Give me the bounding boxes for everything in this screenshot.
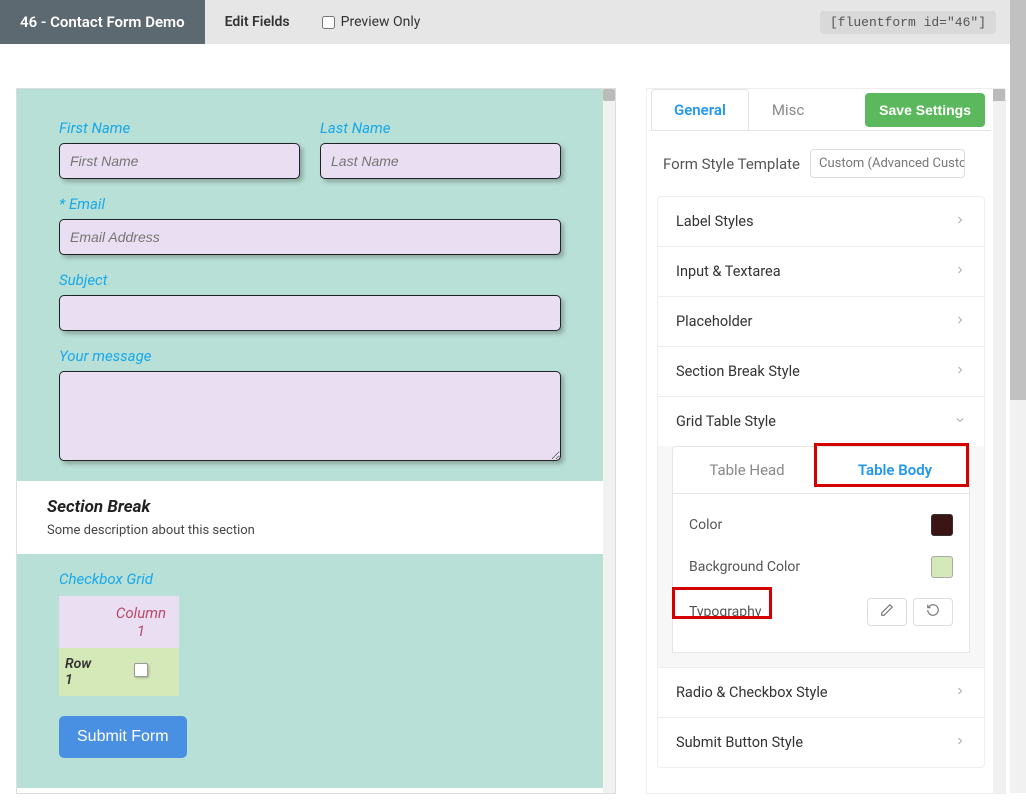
template-select[interactable]: Custom (Advanced Custom (810, 149, 965, 178)
chevron-right-icon (954, 263, 966, 280)
chevron-right-icon (954, 684, 966, 701)
last-name-label: Last Name (320, 119, 561, 137)
checkbox-grid-label: Checkbox Grid (59, 570, 561, 588)
chevron-down-icon (954, 413, 966, 430)
email-label: * Email (59, 195, 561, 213)
chevron-right-icon (954, 313, 966, 330)
section-break-desc: Some description about this section (47, 523, 573, 538)
reset-icon (926, 603, 940, 621)
top-bar: 46 - Contact Form Demo Edit Fields Previ… (0, 0, 1026, 44)
settings-sidebar: General Misc Save Settings Form Style Te… (646, 88, 1006, 794)
color-swatch[interactable] (931, 514, 953, 536)
email-input[interactable] (59, 219, 561, 255)
template-label: Form Style Template (663, 155, 800, 173)
chevron-right-icon (954, 213, 966, 230)
chevron-right-icon (954, 363, 966, 380)
preview-scroll-thumb[interactable] (603, 89, 615, 101)
acc-label-styles[interactable]: Label Styles (658, 197, 984, 246)
form-preview-panel: First Name Last Name * Email (16, 88, 616, 794)
first-name-label: First Name (59, 119, 300, 137)
subject-label: Subject (59, 271, 561, 289)
acc-radio-checkbox[interactable]: Radio & Checkbox Style (658, 668, 984, 717)
grid-col-header: Column 1 (103, 596, 179, 648)
pencil-icon (880, 603, 894, 621)
submit-button[interactable]: Submit Form (59, 716, 187, 758)
grid-subtabs: Table Head Table Body (672, 446, 970, 494)
acc-grid-table[interactable]: Grid Table Style (658, 397, 984, 446)
grid-cell (103, 648, 179, 696)
tab-general[interactable]: General (651, 89, 749, 130)
message-textarea[interactable] (59, 371, 561, 461)
page-scrollbar[interactable] (1010, 0, 1026, 793)
page-scroll-thumb[interactable] (1010, 0, 1026, 400)
section-break: Section Break Some description about thi… (17, 481, 603, 554)
required-marker: * (59, 195, 65, 213)
typography-reset-button[interactable] (913, 598, 953, 626)
last-name-input[interactable] (320, 143, 561, 179)
acc-input-textarea[interactable]: Input & Textarea (658, 247, 984, 296)
sidebar-tabs: General Misc Save Settings (651, 89, 991, 131)
form-title: 46 - Contact Form Demo (0, 0, 205, 44)
subtab-table-body[interactable]: Table Body (821, 447, 969, 493)
preview-scrollbar[interactable] (603, 89, 615, 793)
grid-blank-header (59, 596, 103, 648)
grid-row-label: Row 1 (59, 648, 103, 696)
bgcolor-label: Background Color (689, 559, 800, 575)
template-row: Form Style Template Custom (Advanced Cus… (651, 131, 991, 190)
sidebar-scroll-thumb[interactable] (993, 89, 1005, 101)
acc-placeholder[interactable]: Placeholder (658, 297, 984, 346)
style-accordion: Label Styles Input & Textarea Placeholde… (657, 196, 985, 768)
subtab-table-head[interactable]: Table Head (673, 447, 821, 493)
typography-label: Typography (689, 604, 761, 620)
message-label: Your message (59, 347, 561, 365)
save-settings-button[interactable]: Save Settings (865, 93, 985, 127)
checkbox-grid-table: Column 1 Row 1 (59, 596, 179, 696)
shortcode-display[interactable]: [fluentform id="46"] (820, 11, 996, 34)
preview-only-label: Preview Only (341, 14, 421, 30)
acc-submit-button[interactable]: Submit Button Style (658, 718, 984, 767)
subject-input[interactable] (59, 295, 561, 331)
form-preview: First Name Last Name * Email (17, 89, 603, 788)
preview-only-toggle[interactable]: Preview Only (310, 14, 433, 30)
typography-edit-button[interactable] (867, 598, 907, 626)
edit-fields-link[interactable]: Edit Fields (205, 14, 310, 30)
tab-misc[interactable]: Misc (749, 89, 827, 130)
table-body-panel: Color Background Color Typography (672, 494, 970, 653)
grid-table-panel: Table Head Table Body Color Background C… (658, 446, 984, 667)
table-row: Row 1 (59, 648, 179, 696)
main-area: First Name Last Name * Email (0, 44, 1026, 810)
grid-checkbox[interactable] (134, 663, 148, 677)
color-label: Color (689, 517, 722, 533)
section-break-title: Section Break (47, 497, 573, 517)
acc-section-break[interactable]: Section Break Style (658, 347, 984, 396)
first-name-input[interactable] (59, 143, 300, 179)
chevron-right-icon (954, 734, 966, 751)
bgcolor-swatch[interactable] (931, 556, 953, 578)
sidebar-scrollbar[interactable] (993, 89, 1005, 793)
preview-only-checkbox[interactable] (322, 16, 335, 29)
